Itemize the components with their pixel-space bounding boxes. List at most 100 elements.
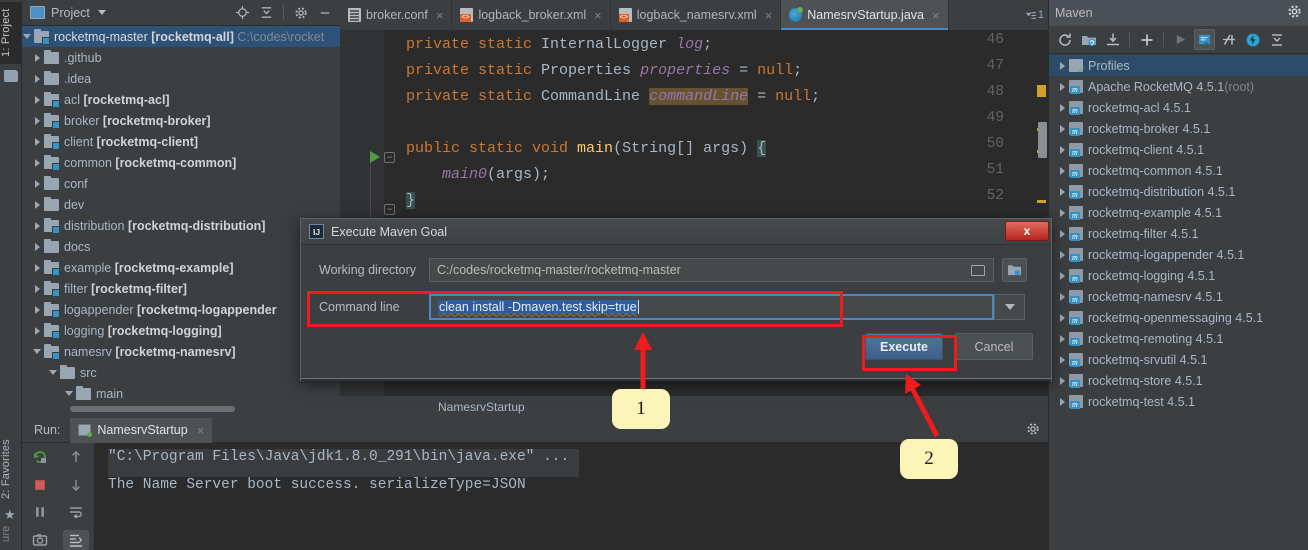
down-icon[interactable] — [63, 475, 89, 495]
scroll-to-end-icon[interactable] — [63, 530, 89, 550]
chevron-right-icon[interactable] — [1057, 76, 1069, 97]
chevron-down-icon[interactable] — [64, 383, 76, 404]
maven-tree-row[interactable]: rocketmq-openmessaging 4.5.1 — [1049, 307, 1308, 328]
pause-icon[interactable] — [27, 503, 53, 523]
execute-button[interactable]: Execute — [865, 333, 943, 360]
project-tree-row[interactable]: .idea — [22, 68, 340, 89]
chevron-right-icon[interactable] — [32, 68, 44, 89]
run-tab-namesrvstartup[interactable]: NamesrvStartup × — [70, 417, 213, 443]
add-maven-project-icon[interactable] — [1078, 29, 1099, 50]
chevron-down-icon[interactable] — [48, 362, 60, 383]
chevron-right-icon[interactable] — [1057, 370, 1069, 391]
gear-icon[interactable] — [1026, 422, 1048, 439]
browse-folder-icon[interactable] — [970, 264, 986, 277]
maven-tree-row[interactable]: rocketmq-store 4.5.1 — [1049, 370, 1308, 391]
maven-tree-row[interactable]: rocketmq-remoting 4.5.1 — [1049, 328, 1308, 349]
chevron-right-icon[interactable] — [1057, 223, 1069, 244]
project-tree-row[interactable]: main — [22, 383, 340, 404]
sidebar-tab-favorites[interactable]: 2: Favorites — [0, 432, 22, 506]
chevron-right-icon[interactable] — [1057, 97, 1069, 118]
module-chooser-button[interactable] — [1002, 258, 1027, 282]
up-icon[interactable] — [63, 447, 89, 467]
maven-tree[interactable]: Profiles Apache RocketMQ 4.5.1 (root) rock… — [1049, 55, 1308, 550]
command-line-input[interactable]: clean install -Dmaven.test.skip=true — [429, 294, 994, 320]
chevron-right-icon[interactable] — [1057, 328, 1069, 349]
chevron-right-icon[interactable] — [1057, 349, 1069, 370]
project-tree-row[interactable]: acl [rocketmq-acl] — [22, 89, 340, 110]
project-tree-row[interactable]: logappender [rocketmq-logappender — [22, 299, 340, 320]
editor-vscrollbar[interactable] — [1038, 122, 1047, 158]
gear-icon[interactable] — [1287, 4, 1302, 22]
maven-tree-row[interactable]: rocketmq-broker 4.5.1 — [1049, 118, 1308, 139]
chevron-right-icon[interactable] — [32, 131, 44, 152]
editor-tab[interactable]: broker.conf × — [340, 0, 453, 30]
camera-icon[interactable] — [27, 530, 53, 550]
maven-tree-row[interactable]: rocketmq-logging 4.5.1 — [1049, 265, 1308, 286]
cancel-button[interactable]: Cancel — [955, 333, 1033, 360]
run-gutter-icon[interactable] — [370, 151, 380, 163]
project-tree[interactable]: rocketmq-master [rocketmq-all] C:\codes\… — [22, 26, 340, 418]
project-tree-row[interactable]: example [rocketmq-example] — [22, 257, 340, 278]
run-icon[interactable] — [1170, 29, 1191, 50]
maven-tree-row[interactable]: rocketmq-srvutil 4.5.1 — [1049, 349, 1308, 370]
project-tree-row[interactable]: conf — [22, 173, 340, 194]
working-directory-input[interactable]: C:/codes/rocketmq-master/rocketmq-master — [429, 258, 994, 282]
chevron-right-icon[interactable] — [1057, 160, 1069, 181]
gear-icon[interactable] — [290, 3, 312, 23]
chevron-right-icon[interactable] — [1057, 265, 1069, 286]
project-tree-row[interactable]: broker [rocketmq-broker] — [22, 110, 340, 131]
stop-icon[interactable] — [27, 475, 53, 495]
project-tree-row[interactable]: common [rocketmq-common] — [22, 152, 340, 173]
close-icon[interactable]: x — [1005, 221, 1049, 241]
locate-icon[interactable] — [231, 3, 253, 23]
project-tree-row[interactable]: .github — [22, 47, 340, 68]
maven-tree-row[interactable]: Apache RocketMQ 4.5.1 (root) — [1049, 76, 1308, 97]
chevron-right-icon[interactable] — [32, 152, 44, 173]
chevron-right-icon[interactable] — [1057, 286, 1069, 307]
chevron-down-icon[interactable] — [32, 341, 44, 362]
chevron-right-icon[interactable] — [32, 320, 44, 341]
minimize-icon[interactable] — [314, 3, 336, 23]
chevron-right-icon[interactable] — [32, 194, 44, 215]
project-tree-row[interactable]: distribution [rocketmq-distribution] — [22, 215, 340, 236]
editor-tab-overflow[interactable]: 1 — [1025, 0, 1048, 30]
editor-tab[interactable]: NamesrvStartup.java × — [781, 0, 949, 30]
maven-tree-row[interactable]: rocketmq-namesrv 4.5.1 — [1049, 286, 1308, 307]
maven-tree-row[interactable]: rocketmq-acl 4.5.1 — [1049, 97, 1308, 118]
project-tree-hscrollbar[interactable] — [70, 406, 235, 412]
project-tree-row[interactable]: filter [rocketmq-filter] — [22, 278, 340, 299]
maven-tree-row[interactable]: rocketmq-example 4.5.1 — [1049, 202, 1308, 223]
project-tree-row[interactable]: client [rocketmq-client] — [22, 131, 340, 152]
soft-wrap-icon[interactable] — [63, 503, 89, 523]
sidebar-tab-structure[interactable]: ure — [0, 518, 22, 550]
chevron-down-icon[interactable] — [97, 10, 106, 15]
chevron-right-icon[interactable] — [32, 215, 44, 236]
chevron-right-icon[interactable] — [32, 257, 44, 278]
code-fold-icon[interactable]: − — [384, 152, 395, 163]
chevron-right-icon[interactable] — [32, 173, 44, 194]
chevron-right-icon[interactable] — [32, 299, 44, 320]
collapse-all-icon[interactable] — [255, 3, 277, 23]
refresh-icon[interactable] — [1054, 29, 1075, 50]
maven-tree-row[interactable]: rocketmq-filter 4.5.1 — [1049, 223, 1308, 244]
code-fold-icon-2[interactable]: − — [384, 204, 395, 215]
maven-tree-row[interactable]: rocketmq-test 4.5.1 — [1049, 391, 1308, 412]
plus-icon[interactable] — [1136, 29, 1157, 50]
chevron-right-icon[interactable] — [1057, 181, 1069, 202]
maven-tree-row[interactable]: rocketmq-logappender 4.5.1 — [1049, 244, 1308, 265]
chevron-right-icon[interactable] — [1057, 139, 1069, 160]
close-icon[interactable]: × — [932, 8, 940, 23]
download-sources-icon[interactable] — [1102, 29, 1123, 50]
chevron-right-icon[interactable] — [32, 110, 44, 131]
chevron-right-icon[interactable] — [1057, 307, 1069, 328]
maven-tree-row[interactable]: rocketmq-common 4.5.1 — [1049, 160, 1308, 181]
chevron-right-icon[interactable] — [1057, 55, 1069, 76]
maven-tree-row[interactable]: rocketmq-client 4.5.1 — [1049, 139, 1308, 160]
dialog-titlebar[interactable]: IJ Execute Maven Goal x — [301, 219, 1051, 245]
maven-tree-row[interactable]: Profiles — [1049, 55, 1308, 76]
sidebar-tab-project[interactable]: 1: Project — [0, 2, 22, 64]
chevron-right-icon[interactable] — [32, 278, 44, 299]
chevron-right-icon[interactable] — [32, 47, 44, 68]
maven-tree-row[interactable]: rocketmq-distribution 4.5.1 — [1049, 181, 1308, 202]
close-icon[interactable]: × — [436, 8, 444, 23]
